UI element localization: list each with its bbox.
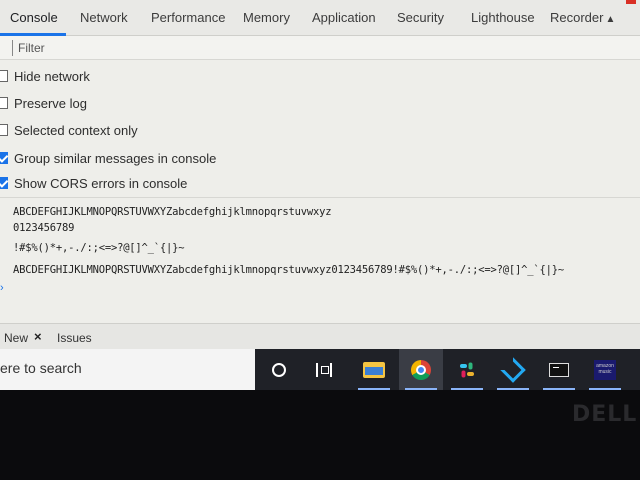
show-cors-checkbox[interactable] xyxy=(0,177,8,189)
console-message: ABCDEFGHIJKLMNOPQRSTUVWXYZabcdefghijklmn… xyxy=(13,264,564,276)
terminal-icon xyxy=(549,362,569,377)
cortana-icon xyxy=(272,362,286,377)
tab-lighthouse[interactable]: Lighthouse xyxy=(471,10,535,25)
setting-selected-context[interactable]: Selected context only xyxy=(0,120,138,140)
tab-console[interactable]: Console xyxy=(10,10,58,25)
chrome-button[interactable] xyxy=(399,349,443,390)
error-indicator xyxy=(626,0,636,4)
terminal-button[interactable] xyxy=(537,349,581,390)
amazon-music-button[interactable]: amazon music xyxy=(583,349,627,390)
monitor-bezel: DELL xyxy=(0,390,640,480)
filter-input[interactable] xyxy=(18,39,318,57)
console-prompt[interactable]: › xyxy=(0,282,4,294)
vscode-icon xyxy=(500,356,526,383)
taskbar-search-box[interactable]: ere to search xyxy=(0,349,255,390)
tab-application[interactable]: Application xyxy=(312,10,376,25)
search-placeholder: ere to search xyxy=(0,360,82,376)
setting-label: Preserve log xyxy=(14,95,87,111)
console-message: ABCDEFGHIJKLMNOPQRSTUVWXYZabcdefghijklmn… xyxy=(13,206,332,218)
selected-context-checkbox[interactable] xyxy=(0,124,8,136)
setting-label: Show CORS errors in console xyxy=(14,175,188,191)
setting-label: Hide network xyxy=(14,68,90,84)
setting-group-similar[interactable]: Group similar messages in console xyxy=(0,148,216,168)
close-icon[interactable]: × xyxy=(34,329,42,344)
hide-network-checkbox[interactable] xyxy=(0,70,8,82)
cortana-button[interactable] xyxy=(257,349,301,390)
setting-label: Group similar messages in console xyxy=(14,150,217,166)
preserve-log-checkbox[interactable] xyxy=(0,97,8,109)
console-filter-bar xyxy=(0,36,640,60)
windows-taskbar: ere to search amazon music xyxy=(0,349,640,390)
file-explorer-icon xyxy=(363,361,385,378)
tab-security[interactable]: Security xyxy=(397,10,444,25)
vscode-button[interactable] xyxy=(491,349,535,390)
console-output: ABCDEFGHIJKLMNOPQRSTUVWXYZabcdefghijklmn… xyxy=(0,197,640,325)
setting-show-cors[interactable]: Show CORS errors in console xyxy=(0,173,187,193)
setting-preserve-log[interactable]: Preserve log xyxy=(0,93,87,113)
tab-memory[interactable]: Memory xyxy=(243,10,290,25)
tab-recorder[interactable]: Recorder ▲ xyxy=(550,10,615,25)
setting-label: Selected context only xyxy=(14,122,138,138)
setting-hide-network[interactable]: Hide network xyxy=(0,66,90,86)
drawer-tab-issues[interactable]: Issues xyxy=(57,331,92,345)
console-settings-panel: Hide network Preserve log Selected conte… xyxy=(0,61,640,197)
monitor-screen: Console Network Performance Memory Appli… xyxy=(0,0,640,390)
dell-logo: DELL xyxy=(572,402,638,427)
task-view-button[interactable] xyxy=(302,349,346,390)
tab-performance[interactable]: Performance xyxy=(151,10,225,25)
group-similar-checkbox[interactable] xyxy=(0,152,8,164)
flask-icon: ▲ xyxy=(605,14,616,25)
devtools-tab-bar: Console Network Performance Memory Appli… xyxy=(0,0,640,36)
toolbar-divider xyxy=(12,40,13,56)
file-explorer-button[interactable] xyxy=(352,349,396,390)
drawer-tab-new[interactable]: New xyxy=(4,331,28,345)
tab-recorder-label: Recorder xyxy=(550,10,604,25)
devtools-drawer-tabs: New × Issues xyxy=(0,323,640,349)
console-message: 0123456789 xyxy=(13,222,75,234)
slack-button[interactable] xyxy=(445,349,489,390)
tab-network[interactable]: Network xyxy=(80,10,128,25)
task-view-icon xyxy=(316,362,332,377)
slack-icon xyxy=(458,361,476,379)
console-message: !#$%()*+,-./:;<=>?@[]^_`{|}~ xyxy=(13,242,185,254)
chrome-icon xyxy=(411,359,431,380)
amazon-music-icon: amazon music xyxy=(594,359,616,380)
